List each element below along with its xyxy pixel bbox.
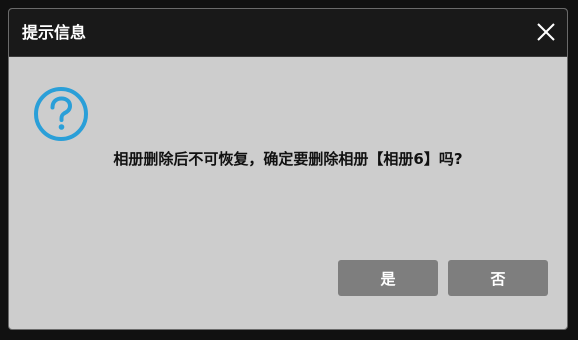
dialog-titlebar: 提示信息 (9, 9, 567, 57)
close-icon[interactable] (535, 21, 557, 43)
confirm-dialog: 提示信息 相册删除后不可恢复，确定要删除相册【相册6】吗? 是 否 (8, 8, 568, 330)
dialog-title: 提示信息 (22, 23, 87, 42)
question-circle-icon (33, 86, 89, 142)
no-button[interactable]: 否 (448, 260, 548, 296)
dialog-message: 相册删除后不可恢复，确定要删除相册【相册6】吗? (113, 150, 463, 168)
yes-button[interactable]: 是 (338, 260, 438, 296)
